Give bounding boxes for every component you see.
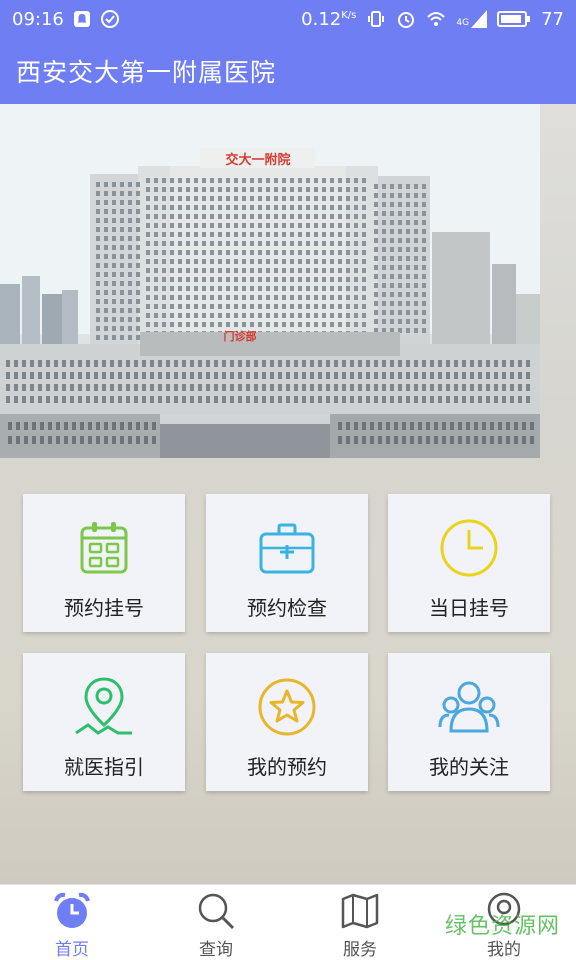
card-appointment-registration[interactable]: 预约挂号 <box>23 494 185 632</box>
star-icon <box>258 678 316 736</box>
signal-icon: 4G <box>456 10 488 28</box>
nav-query[interactable]: 查询 <box>144 885 288 960</box>
card-label: 当日挂号 <box>429 596 509 620</box>
watermark: 绿色资源网 <box>444 914 560 939</box>
card-label: 我的预约 <box>247 755 327 779</box>
check-circle-icon <box>100 10 119 28</box>
vibrate-icon <box>368 11 385 27</box>
clock-icon <box>440 519 498 577</box>
network-unit: K/s <box>341 9 357 21</box>
calendar-icon <box>80 522 128 574</box>
hero-banner[interactable]: 交大一附院 门诊部 <box>0 104 540 458</box>
roof-sign: 交大一附院 <box>225 152 290 168</box>
hospital-building-image: 交大一附院 门诊部 <box>0 104 540 458</box>
card-my-follows[interactable]: 我的关注 <box>388 653 550 791</box>
status-bar: 09:16 0.12K/s 4G 77 <box>0 0 576 38</box>
nav-label: 查询 <box>199 940 233 960</box>
card-appointment-exam[interactable]: 预约检查 <box>206 494 368 632</box>
nav-services[interactable]: 服务 <box>288 885 432 960</box>
network-speed: 0.12 <box>301 8 342 30</box>
battery-level: 77 <box>541 8 564 30</box>
card-medical-guide[interactable]: 就医指引 <box>23 653 185 791</box>
search-icon <box>198 893 235 930</box>
card-label: 预约挂号 <box>64 596 144 620</box>
network-type: 4G <box>456 18 470 28</box>
alarm-icon <box>398 12 415 28</box>
card-label: 就医指引 <box>64 755 144 779</box>
notification-icon <box>73 11 90 27</box>
status-time: 09:16 <box>12 8 64 30</box>
map-book-icon <box>341 893 379 929</box>
signal-bars-icon <box>471 10 488 28</box>
app-bar: 西安交大第一附属医院 <box>0 38 576 104</box>
card-label: 预约检查 <box>247 596 327 620</box>
nav-label: 服务 <box>343 940 377 960</box>
card-my-appointments[interactable]: 我的预约 <box>206 653 368 791</box>
card-same-day-registration[interactable]: 当日挂号 <box>388 494 550 632</box>
nav-label: 首页 <box>55 940 89 960</box>
battery-icon <box>497 11 531 27</box>
app-title: 西安交大第一附属医院 <box>16 58 277 87</box>
location-pin-icon <box>75 677 132 735</box>
wifi-icon <box>427 12 446 26</box>
card-label: 我的关注 <box>429 755 509 779</box>
alarm-clock-icon <box>54 892 90 928</box>
medical-kit-icon <box>259 523 315 574</box>
entrance-sign: 门诊部 <box>224 329 257 343</box>
nav-home[interactable]: 首页 <box>0 885 144 960</box>
users-icon <box>438 681 500 733</box>
network-speed-text: 0.12K/s <box>301 9 356 30</box>
